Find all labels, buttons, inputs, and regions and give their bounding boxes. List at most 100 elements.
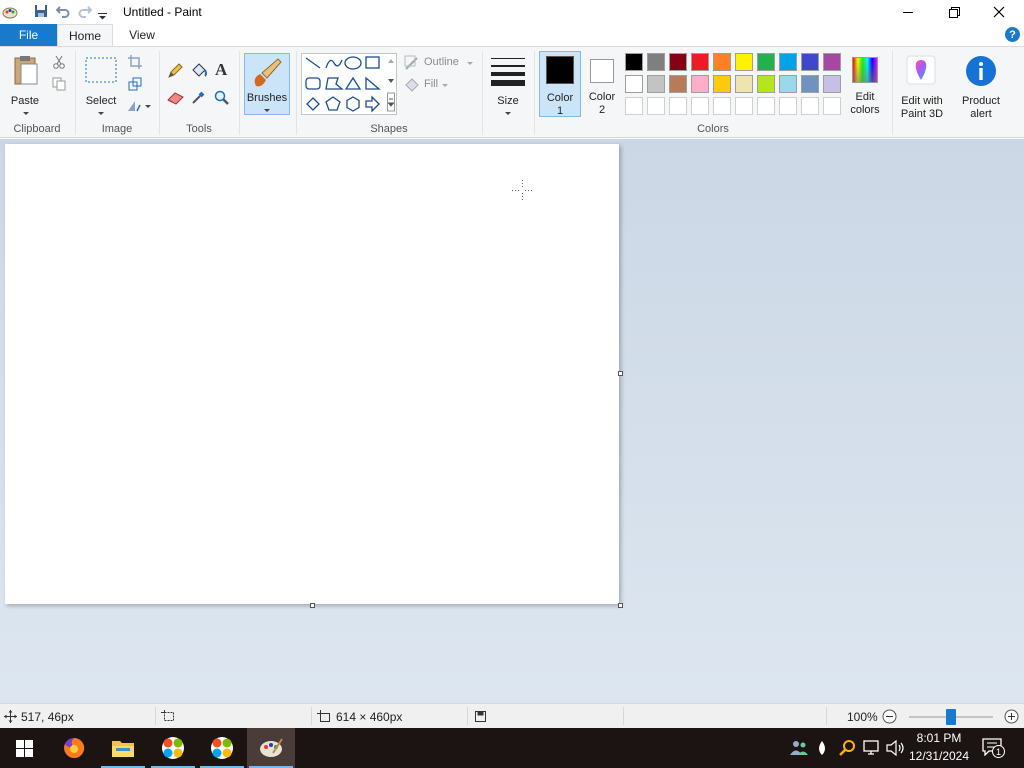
resize-icon[interactable] <box>128 77 142 91</box>
shape-triangle[interactable] <box>344 76 362 90</box>
quick-access-dropdown-icon[interactable] <box>98 9 107 23</box>
color1-button[interactable]: Color 1 <box>539 51 581 117</box>
shape-rectangle[interactable] <box>365 56 380 69</box>
taskbar-chrome-1[interactable] <box>149 728 197 768</box>
custom-color-slot[interactable] <box>669 97 687 115</box>
shape-polygon[interactable] <box>325 77 344 90</box>
redo-icon[interactable] <box>78 4 93 21</box>
minimize-button[interactable] <box>885 0 931 24</box>
taskbar-file-explorer[interactable] <box>99 728 147 768</box>
palette-color-swatch[interactable] <box>757 75 775 93</box>
palette-color-swatch[interactable] <box>779 53 797 71</box>
edit-colors-button[interactable]: Edit colors <box>846 51 884 117</box>
taskbar-date[interactable]: 12/31/2024 <box>906 749 972 763</box>
color-picker-icon[interactable] <box>191 89 207 105</box>
color2-button[interactable]: Color 2 <box>583 51 621 117</box>
shape-right-arrow[interactable] <box>365 95 380 113</box>
shape-hexagon[interactable] <box>346 96 360 112</box>
palette-color-swatch[interactable] <box>713 75 731 93</box>
crop-icon[interactable] <box>128 55 142 69</box>
taskbar-time[interactable]: 8:01 PM <box>908 731 970 745</box>
drawing-canvas[interactable] <box>5 144 619 604</box>
zoom-in-button[interactable] <box>1004 709 1019 724</box>
rotate-icon[interactable] <box>127 99 143 113</box>
palette-color-swatch[interactable] <box>625 53 643 71</box>
palette-color-swatch[interactable] <box>669 75 687 93</box>
tab-home[interactable]: Home <box>57 24 113 47</box>
palette-color-swatch[interactable] <box>735 75 753 93</box>
palette-color-swatch[interactable] <box>757 53 775 71</box>
water-drop-icon[interactable] <box>815 740 829 756</box>
shape-right-triangle[interactable] <box>365 76 381 90</box>
shapes-scroll-icon[interactable] <box>387 57 395 113</box>
rotate-dropdown-icon[interactable] <box>145 105 151 108</box>
palette-color-swatch[interactable] <box>823 53 841 71</box>
magnifier-icon[interactable] <box>214 90 230 106</box>
network-icon[interactable] <box>863 740 881 756</box>
palette-color-swatch[interactable] <box>647 53 665 71</box>
palette-color-swatch[interactable] <box>735 53 753 71</box>
tab-view[interactable]: View <box>117 24 167 46</box>
canvas-resize-handle-right[interactable] <box>618 371 623 376</box>
palette-color-swatch[interactable] <box>801 75 819 93</box>
palette-color-swatch[interactable] <box>691 75 709 93</box>
canvas-resize-handle-corner[interactable] <box>618 603 623 608</box>
taskbar-paint[interactable] <box>247 728 295 768</box>
palette-color-swatch[interactable] <box>691 53 709 71</box>
tab-file[interactable]: File <box>0 24 57 46</box>
palette-color-swatch[interactable] <box>625 75 643 93</box>
fill-bucket-icon[interactable] <box>190 62 208 80</box>
palette-color-swatch[interactable] <box>713 53 731 71</box>
custom-color-slot[interactable] <box>647 97 665 115</box>
select-button[interactable]: Select <box>82 51 120 119</box>
brushes-button[interactable]: Brushes <box>244 53 290 115</box>
volume-icon[interactable] <box>886 740 906 756</box>
pencil-icon[interactable] <box>167 63 183 79</box>
custom-color-slot[interactable] <box>757 97 775 115</box>
save-icon[interactable] <box>34 4 48 21</box>
shape-rounded-rectangle[interactable] <box>305 77 321 90</box>
close-button[interactable] <box>976 0 1022 24</box>
palette-color-swatch[interactable] <box>669 53 687 71</box>
shape-curve[interactable] <box>325 59 343 69</box>
size-button[interactable]: Size <box>488 51 528 117</box>
copy-icon[interactable] <box>52 77 66 91</box>
text-tool-icon[interactable]: A <box>215 60 227 80</box>
status-divider <box>623 707 624 725</box>
shape-oval[interactable] <box>344 56 362 70</box>
people-icon[interactable] <box>790 740 808 756</box>
edit-with-paint3d-button[interactable]: Edit with Paint 3D <box>895 51 949 120</box>
undo-icon[interactable] <box>55 4 70 21</box>
custom-color-slot[interactable] <box>823 97 841 115</box>
action-center-button[interactable]: 1 <box>982 736 1008 760</box>
cut-icon[interactable] <box>52 55 66 69</box>
zoom-slider-thumb[interactable] <box>946 709 956 725</box>
shape-line[interactable] <box>305 57 321 69</box>
palette-color-swatch[interactable] <box>823 75 841 93</box>
palette-color-swatch[interactable] <box>779 75 797 93</box>
fill-dropdown[interactable]: Fill <box>404 77 454 93</box>
paste-button[interactable]: Paste <box>4 51 46 119</box>
palette-color-swatch[interactable] <box>647 75 665 93</box>
custom-color-slot[interactable] <box>625 97 643 115</box>
custom-color-slot[interactable] <box>779 97 797 115</box>
search-key-icon[interactable] <box>838 739 856 757</box>
maximize-button[interactable] <box>931 0 977 24</box>
canvas-resize-handle-bottom[interactable] <box>310 603 315 608</box>
product-alert-button[interactable]: Product alert <box>956 51 1006 120</box>
custom-color-slot[interactable] <box>713 97 731 115</box>
eraser-icon[interactable] <box>167 91 185 105</box>
palette-color-swatch[interactable] <box>801 53 819 71</box>
custom-color-slot[interactable] <box>691 97 709 115</box>
shape-pentagon[interactable] <box>325 96 341 111</box>
custom-color-slot[interactable] <box>801 97 819 115</box>
start-button[interactable] <box>0 728 48 768</box>
custom-color-slot[interactable] <box>735 97 753 115</box>
outline-dropdown[interactable]: Outline <box>404 55 474 71</box>
taskbar-chrome-2[interactable] <box>198 728 246 768</box>
taskbar-firefox[interactable] <box>50 728 98 768</box>
zoom-out-button[interactable] <box>882 709 897 724</box>
shape-diamond[interactable] <box>306 97 320 111</box>
paint-app-icon[interactable] <box>2 4 18 23</box>
help-icon[interactable]: ? <box>1005 27 1020 42</box>
